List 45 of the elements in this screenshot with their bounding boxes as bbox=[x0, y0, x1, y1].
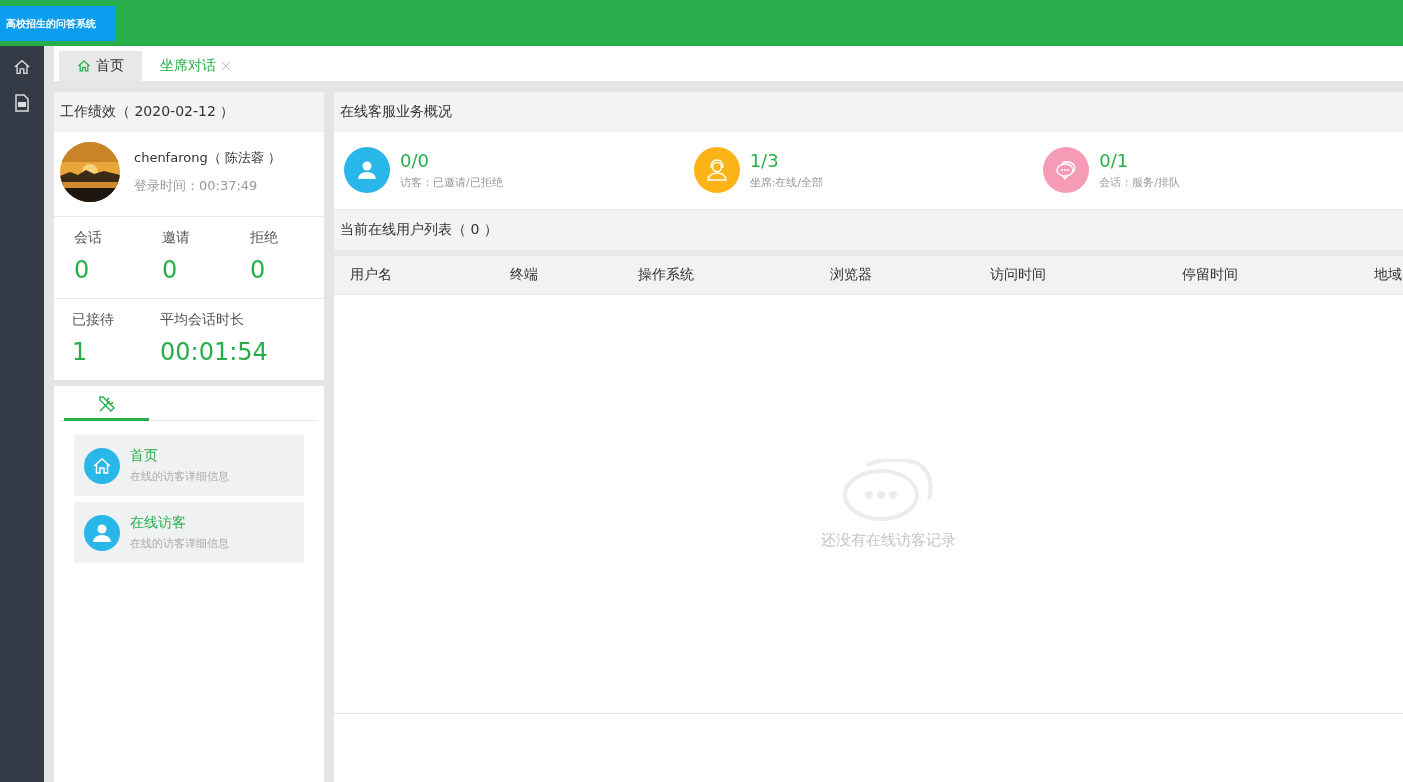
tools-tab[interactable] bbox=[64, 394, 149, 422]
menu-item[interactable]: 在线访客 在线的访客详细信息 bbox=[74, 502, 304, 564]
column-header: 浏览器 bbox=[830, 266, 873, 284]
stat-value: 00:01:54 bbox=[160, 337, 268, 369]
home-icon bbox=[92, 455, 112, 476]
stat-value: 0 bbox=[162, 255, 178, 286]
home-icon[interactable] bbox=[13, 58, 31, 76]
stat-label: 邀请 bbox=[162, 229, 191, 247]
headset-person-icon bbox=[704, 158, 729, 182]
column-header: 停留时间 bbox=[1182, 266, 1239, 284]
overview-label: 会话：服务/排队 bbox=[1099, 175, 1181, 190]
column-header: 用户名 bbox=[350, 266, 393, 284]
menu-item-description: 在线的访客详细信息 bbox=[130, 536, 229, 552]
stat-label: 平均会话时长 bbox=[160, 311, 245, 330]
card-title: 在线客服业务概况 bbox=[334, 92, 1403, 132]
menu-item-description: 在线的访客详细信息 bbox=[130, 469, 229, 485]
person-icon bbox=[356, 159, 378, 181]
home-icon bbox=[77, 59, 91, 73]
menu-item[interactable]: 首页 在线的访客详细信息 bbox=[74, 435, 304, 497]
overview-value: 0/0 bbox=[400, 150, 430, 171]
stat-value: 0 bbox=[250, 255, 266, 286]
column-header: 访问时间 bbox=[990, 266, 1047, 284]
app-logo[interactable]: 高校招生的问答系统 bbox=[0, 6, 116, 41]
user-name: chenfarong（ 陈法蓉 ） bbox=[134, 149, 281, 167]
tab[interactable]: 首页 bbox=[59, 51, 142, 81]
empty-message: 还没有在线访客记录 bbox=[821, 530, 956, 550]
stat-value: 1 bbox=[72, 337, 88, 369]
menu-item-title: 在线访客 bbox=[130, 514, 187, 533]
overview-value: 1/3 bbox=[749, 150, 780, 171]
document-icon[interactable] bbox=[14, 94, 30, 112]
menu-item-title: 首页 bbox=[130, 447, 159, 466]
stat-label: 会话 bbox=[74, 229, 103, 247]
stat-value: 0 bbox=[74, 255, 90, 286]
login-time: 登录时间：00:37:49 bbox=[134, 177, 259, 195]
overview-value: 0/1 bbox=[1099, 150, 1130, 171]
stat-label: 已接待 bbox=[72, 311, 115, 330]
column-header: 操作系统 bbox=[638, 266, 695, 284]
column-header: 终端 bbox=[510, 266, 539, 284]
stat-label: 拒绝 bbox=[250, 229, 279, 247]
overview-label: 坐席:在线/全部 bbox=[749, 175, 824, 190]
column-header: 地域 bbox=[1374, 266, 1402, 284]
card-title: 工作绩效（ 2020-02-12 ） bbox=[54, 92, 324, 132]
overview-label: 访客：已邀请/已拒绝 bbox=[400, 175, 503, 190]
card-title: 当前在线用户列表（ 0 ） bbox=[334, 210, 1403, 256]
tab[interactable]: 坐席对话 bbox=[142, 51, 249, 81]
